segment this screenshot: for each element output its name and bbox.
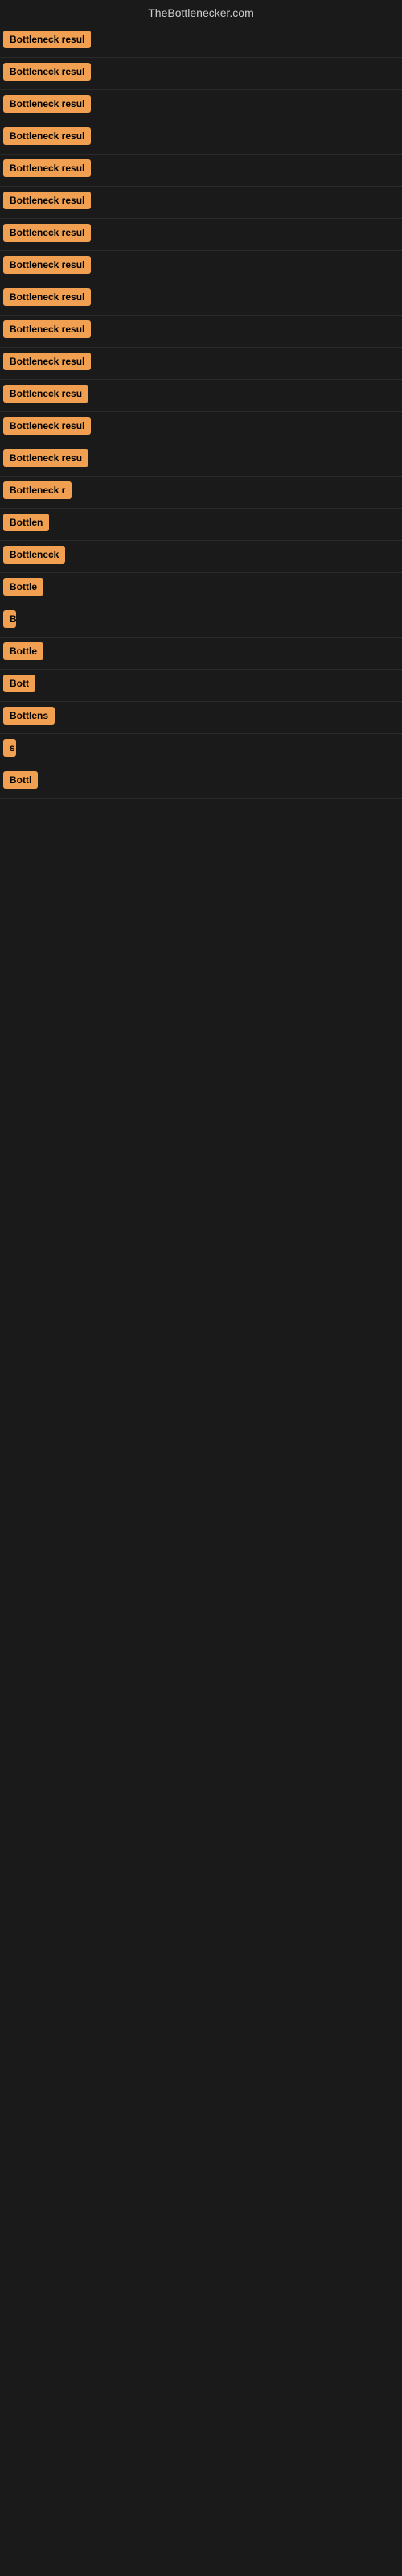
bottleneck-badge-17[interactable]: Bottleneck [3,546,65,564]
bottleneck-badge-19[interactable]: B [3,610,16,628]
result-row-1: Bottleneck resul [0,26,402,58]
result-row-18: Bottle [0,573,402,605]
result-row-10: Bottleneck resul [0,316,402,348]
bottleneck-badge-21[interactable]: Bott [3,675,35,692]
bottleneck-badge-8[interactable]: Bottleneck resul [3,256,91,274]
result-row-9: Bottleneck resul [0,283,402,316]
result-row-7: Bottleneck resul [0,219,402,251]
result-row-11: Bottleneck resul [0,348,402,380]
result-row-4: Bottleneck resul [0,122,402,155]
bottleneck-badge-24[interactable]: Bottl [3,771,38,789]
bottleneck-badge-20[interactable]: Bottle [3,642,43,660]
result-row-14: Bottleneck resu [0,444,402,477]
result-row-24: Bottl [0,766,402,799]
bottleneck-badge-16[interactable]: Bottlen [3,514,49,531]
bottleneck-badge-18[interactable]: Bottle [3,578,43,596]
bottleneck-badge-12[interactable]: Bottleneck resu [3,385,88,402]
result-row-17: Bottleneck [0,541,402,573]
result-row-2: Bottleneck resul [0,58,402,90]
result-row-16: Bottlen [0,509,402,541]
result-row-21: Bott [0,670,402,702]
bottleneck-badge-10[interactable]: Bottleneck resul [3,320,91,338]
result-row-20: Bottle [0,638,402,670]
bottleneck-badge-3[interactable]: Bottleneck resul [3,95,91,113]
result-row-5: Bottleneck resul [0,155,402,187]
bottleneck-badge-14[interactable]: Bottleneck resu [3,449,88,467]
bottleneck-badge-7[interactable]: Bottleneck resul [3,224,91,242]
result-row-6: Bottleneck resul [0,187,402,219]
bottleneck-badge-5[interactable]: Bottleneck resul [3,159,91,177]
bottleneck-badge-15[interactable]: Bottleneck r [3,481,72,499]
bottleneck-badge-22[interactable]: Bottlens [3,707,55,724]
results-container: Bottleneck resul Bottleneck resul Bottlene… [0,26,402,799]
bottleneck-badge-23[interactable]: s [3,739,16,757]
bottleneck-badge-1[interactable]: Bottleneck resul [3,31,91,48]
site-title: TheBottlenecker.com [0,0,402,26]
bottleneck-badge-2[interactable]: Bottleneck resul [3,63,91,80]
result-row-22: Bottlens [0,702,402,734]
bottleneck-badge-9[interactable]: Bottleneck resul [3,288,91,306]
bottleneck-badge-6[interactable]: Bottleneck resul [3,192,91,209]
result-row-12: Bottleneck resu [0,380,402,412]
result-row-19: B [0,605,402,638]
result-row-3: Bottleneck resul [0,90,402,122]
result-row-23: s [0,734,402,766]
result-row-13: Bottleneck resul [0,412,402,444]
result-row-15: Bottleneck r [0,477,402,509]
result-row-8: Bottleneck resul [0,251,402,283]
bottleneck-badge-4[interactable]: Bottleneck resul [3,127,91,145]
bottleneck-badge-11[interactable]: Bottleneck resul [3,353,91,370]
bottleneck-badge-13[interactable]: Bottleneck resul [3,417,91,435]
